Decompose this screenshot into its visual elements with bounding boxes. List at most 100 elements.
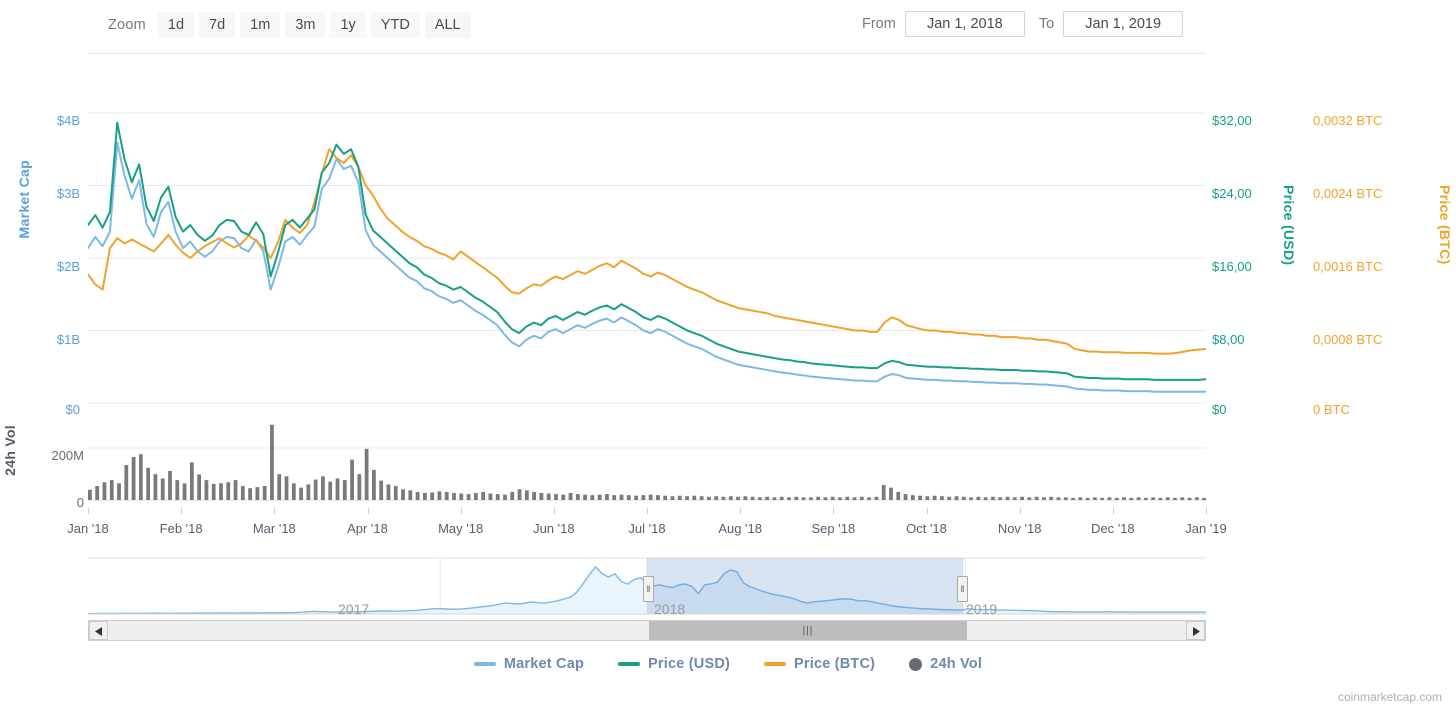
from-date-input[interactable]: Jan 1, 2018: [904, 11, 1025, 37]
legend-line-icon: [618, 662, 641, 666]
axis-title-24h-vol: 24h Vol: [2, 425, 18, 476]
zoom-button-7d[interactable]: 7d: [199, 12, 236, 38]
volume-bar: [168, 470, 172, 500]
volume-bar: [1063, 497, 1068, 500]
volume-bar: [415, 491, 420, 500]
volume-bar: [1158, 497, 1163, 500]
xtick-0: Jan '18: [67, 521, 109, 536]
navigator-handle-right[interactable]: ‖: [957, 576, 968, 602]
zoom-button-3m[interactable]: 3m: [285, 12, 326, 38]
volume-bar: [1122, 497, 1126, 500]
volume-bar: [160, 478, 165, 500]
axis-title-price-usd: Price (USD): [1281, 185, 1297, 266]
legend-item-market-cap[interactable]: Market Cap: [473, 656, 585, 672]
scrollbar-thumb[interactable]: |||: [649, 621, 967, 640]
volume-bar: [284, 476, 289, 500]
volume-bar: [437, 491, 442, 500]
volume-bar: [379, 480, 384, 500]
xtick-9: Oct '18: [906, 521, 947, 536]
volume-bar: [182, 483, 187, 500]
xtick-mark-11: [1112, 508, 1114, 514]
volume-bar: [532, 491, 537, 500]
xtick-10: Nov '18: [997, 521, 1042, 536]
xtick-4: May '18: [438, 521, 484, 536]
volume-bar: [1092, 497, 1097, 500]
volume-bar: [910, 495, 915, 500]
volume-bar: [546, 493, 551, 500]
date-range-group: From Jan 1, 2018 To Jan 1, 2019: [862, 11, 1184, 37]
zoom-range-group: Zoom 1d 7d 1m 3m 1y YTD ALL: [108, 12, 471, 38]
volume-bar: [765, 496, 770, 500]
volume-bar: [117, 483, 121, 500]
xtick-mark-1: [181, 508, 183, 514]
volume-bar: [1078, 497, 1083, 500]
volume-bar: [808, 497, 813, 500]
volume-bar: [1034, 496, 1039, 500]
xtick-8: Sep '18: [811, 521, 856, 536]
volume-bar: [947, 496, 952, 500]
legend-item-price-btc[interactable]: Price (BTC): [764, 656, 875, 672]
watermark: coinmarketcap.com: [1337, 690, 1442, 704]
volume-bar: [1187, 497, 1192, 500]
volume-bar: [918, 495, 922, 500]
series-lines: [88, 121, 1206, 393]
volume-bar: [109, 480, 114, 500]
xtick-mark-3: [367, 508, 369, 514]
volume-bar: [364, 448, 369, 500]
volume-bar: [1107, 497, 1112, 500]
series-line-market-cap: [88, 141, 1206, 393]
volume-bar: [940, 496, 944, 500]
volume-bar: [983, 497, 988, 500]
volume-bar: [838, 497, 842, 500]
volume-bar: [313, 479, 318, 500]
volume-bar: [699, 496, 704, 500]
navigator-handle-left[interactable]: ‖: [643, 576, 654, 602]
navigator-year-2017: 2017: [338, 601, 370, 617]
volume-bar: [845, 496, 850, 500]
legend-item-24h-vol[interactable]: 24h Vol: [909, 656, 982, 672]
volume-bars: [88, 424, 1206, 500]
volume-bar: [859, 496, 864, 500]
scrollbar-left-arrow-button[interactable]: [89, 621, 108, 640]
volume-bar: [240, 486, 245, 500]
volume-bar: [255, 487, 260, 500]
navigator-scrollbar[interactable]: |||: [88, 620, 1206, 641]
volume-bar: [685, 496, 689, 500]
zoom-button-1y[interactable]: 1y: [330, 12, 366, 38]
volume-bar: [896, 491, 901, 500]
volume-bar: [517, 489, 522, 500]
zoom-button-1m[interactable]: 1m: [240, 12, 281, 38]
volume-bar: [277, 474, 282, 500]
volume-bar: [932, 495, 937, 500]
zoom-button-all[interactable]: ALL: [424, 12, 471, 38]
handle-grip-icon: ‖: [646, 584, 651, 594]
volume-bar: [991, 496, 995, 500]
scrollbar-right-arrow-button[interactable]: [1186, 621, 1205, 640]
navigator-year-2018: 2018: [654, 601, 686, 617]
volume-bar: [408, 490, 413, 500]
volume-bar: [772, 497, 777, 500]
volume-bar: [1100, 497, 1105, 500]
legend-label: Market Cap: [503, 656, 585, 672]
ytick-usd-3: $24,00: [1212, 186, 1252, 201]
zoom-button-1d[interactable]: 1d: [157, 12, 195, 38]
xtick-mark-6: [647, 508, 648, 514]
volume-bar: [743, 496, 748, 500]
to-date-input[interactable]: Jan 1, 2019: [1063, 11, 1184, 37]
volume-bar: [372, 469, 376, 500]
zoom-button-ytd[interactable]: YTD: [370, 12, 420, 38]
volume-bar: [605, 494, 609, 500]
to-label: To: [1038, 16, 1055, 32]
navigator-selection-mask[interactable]: [647, 558, 964, 614]
volume-bar: [204, 480, 209, 500]
volume-bar: [146, 467, 151, 500]
xtick-mark-5: [553, 508, 555, 514]
ytick-btc-1: 0,0008 BTC: [1313, 332, 1383, 347]
volume-bar: [648, 494, 653, 500]
legend-item-price-usd[interactable]: Price (USD): [618, 656, 730, 672]
scrollbar-grip-icon: |||: [802, 625, 814, 636]
volume-bar: [961, 496, 966, 500]
volume-bar: [874, 496, 879, 500]
volume-bar: [619, 494, 624, 500]
volume-bar: [1114, 497, 1119, 500]
